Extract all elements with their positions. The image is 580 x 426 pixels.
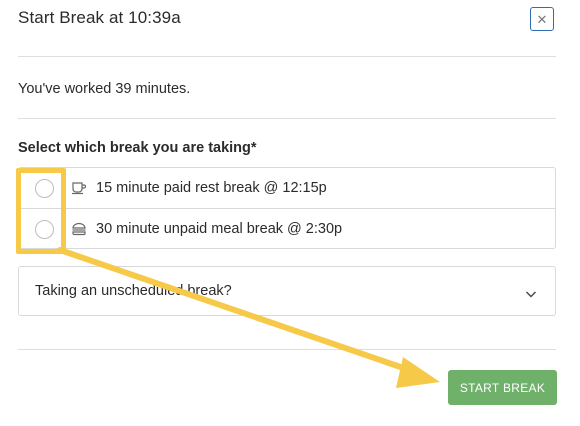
start-break-button[interactable]: START BREAK <box>448 370 557 405</box>
rest-break-label: 15 minute paid rest break @ 12:15p <box>96 180 327 196</box>
close-icon: ✕ <box>536 11 548 27</box>
break-select-label: Select which break you are taking* <box>18 140 257 156</box>
modal-title: Start Break at 10:39a <box>18 8 181 27</box>
meal-break-radio[interactable] <box>35 219 54 239</box>
chevron-down-icon <box>525 286 537 298</box>
meal-break-label: 30 minute unpaid meal break @ 2:30p <box>96 221 343 237</box>
close-button[interactable]: ✕ <box>530 7 554 31</box>
unscheduled-break-dropdown[interactable]: Taking an unscheduled break? <box>18 266 556 316</box>
worked-duration-text: You've worked 39 minutes. <box>18 81 191 97</box>
header-divider <box>18 56 556 57</box>
unscheduled-break-label: Taking an unscheduled break? <box>35 283 232 299</box>
coffee-cup-icon <box>71 180 87 196</box>
start-break-modal: Start Break at 10:39a ✕ You've worked 39… <box>0 0 580 426</box>
footer-divider <box>18 349 556 350</box>
rest-break-radio[interactable] <box>35 178 54 198</box>
summary-divider <box>18 118 556 119</box>
break-options-list: 15 minute paid rest break @ 12:15p 30 mi… <box>18 167 556 249</box>
break-option-rest[interactable]: 15 minute paid rest break @ 12:15p <box>19 168 555 209</box>
break-option-meal[interactable]: 30 minute unpaid meal break @ 2:30p <box>19 209 555 249</box>
burger-icon <box>71 221 87 237</box>
